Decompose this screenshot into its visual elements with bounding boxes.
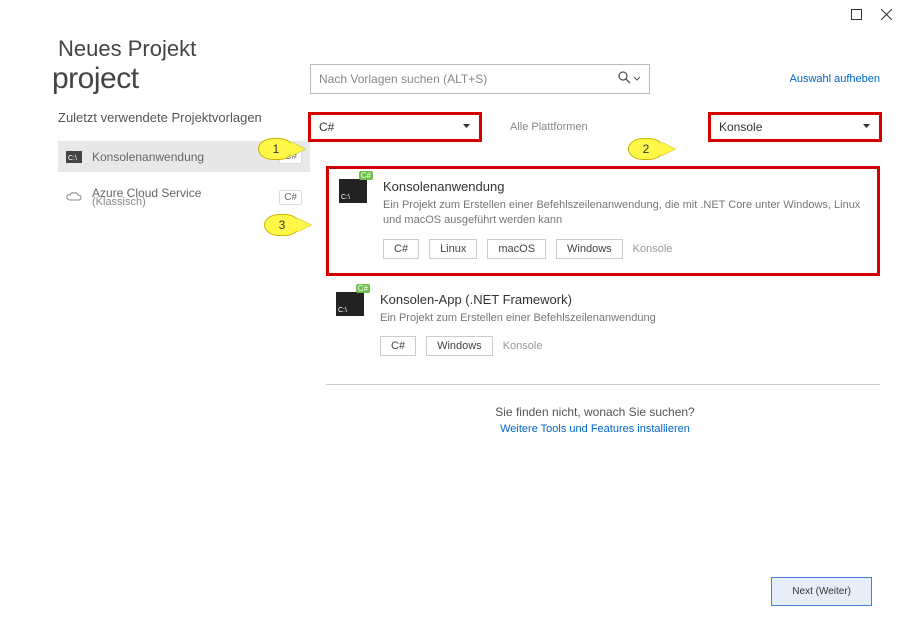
next-button[interactable]: Next (Weiter): [771, 577, 872, 606]
console-app-icon: C:\: [339, 179, 367, 203]
dropdown-value: Konsole: [719, 120, 762, 134]
maximize-icon[interactable]: [850, 8, 862, 20]
platform-filter-label: Alle Plattformen: [510, 121, 588, 133]
template-tag: C#: [380, 336, 416, 356]
chevron-down-icon: [862, 120, 871, 134]
template-tag: Windows: [426, 336, 493, 356]
not-found-label: Sie finden nicht, wonach Sie suchen?: [310, 405, 880, 419]
cloud-icon: [66, 190, 82, 204]
search-field[interactable]: [319, 72, 618, 86]
template-description: Ein Projekt zum Erstellen einer Befehlsz…: [380, 311, 866, 326]
search-icon: [618, 71, 631, 87]
language-filter-dropdown[interactable]: C#: [310, 114, 480, 140]
install-more-link[interactable]: Weitere Tools und Features installieren: [310, 423, 880, 435]
chevron-down-icon: [462, 120, 471, 134]
chevron-down-icon: [633, 72, 641, 86]
template-tag: Windows: [556, 239, 623, 259]
type-filter-dropdown[interactable]: Konsole: [710, 114, 880, 140]
template-description: Ein Projekt zum Erstellen einer Befehlsz…: [383, 198, 863, 229]
annotation-callout-3: 3: [264, 214, 300, 236]
template-tag: macOS: [487, 239, 546, 259]
svg-text:C:\: C:\: [68, 155, 77, 162]
dialog-title: Neues Projekt: [58, 36, 900, 62]
divider: [326, 384, 880, 385]
annotation-callout-1: 1: [258, 138, 294, 160]
template-search-input[interactable]: [310, 64, 650, 94]
template-tag: Linux: [429, 239, 477, 259]
close-icon[interactable]: [880, 8, 892, 20]
dropdown-value: C#: [319, 120, 334, 134]
template-title: Konsolen-App (.NET Framework): [380, 292, 866, 307]
recent-templates-heading: Zuletzt verwendete Projektvorlagen: [58, 110, 310, 125]
console-icon: C:\: [66, 150, 82, 164]
recent-template-name: Konsolenanwendung: [92, 150, 204, 164]
recent-template-item[interactable]: Azure Cloud Service (Klassisch) C#: [58, 178, 310, 216]
language-badge: C#: [279, 190, 302, 205]
template-item-console-app[interactable]: C:\ Konsolenanwendung Ein Projekt zum Er…: [326, 166, 880, 276]
clear-selection-link[interactable]: Auswahl aufheben: [789, 73, 880, 85]
template-tag-plain: Konsole: [503, 340, 543, 352]
template-tag: C#: [383, 239, 419, 259]
annotation-callout-2: 2: [628, 138, 664, 160]
template-title: Konsolenanwendung: [383, 179, 863, 194]
console-app-icon: C:\: [336, 292, 364, 316]
template-tag-plain: Konsole: [633, 243, 673, 255]
template-item-console-app-framework[interactable]: C:\ Konsolen-App (.NET Framework) Ein Pr…: [326, 282, 880, 370]
